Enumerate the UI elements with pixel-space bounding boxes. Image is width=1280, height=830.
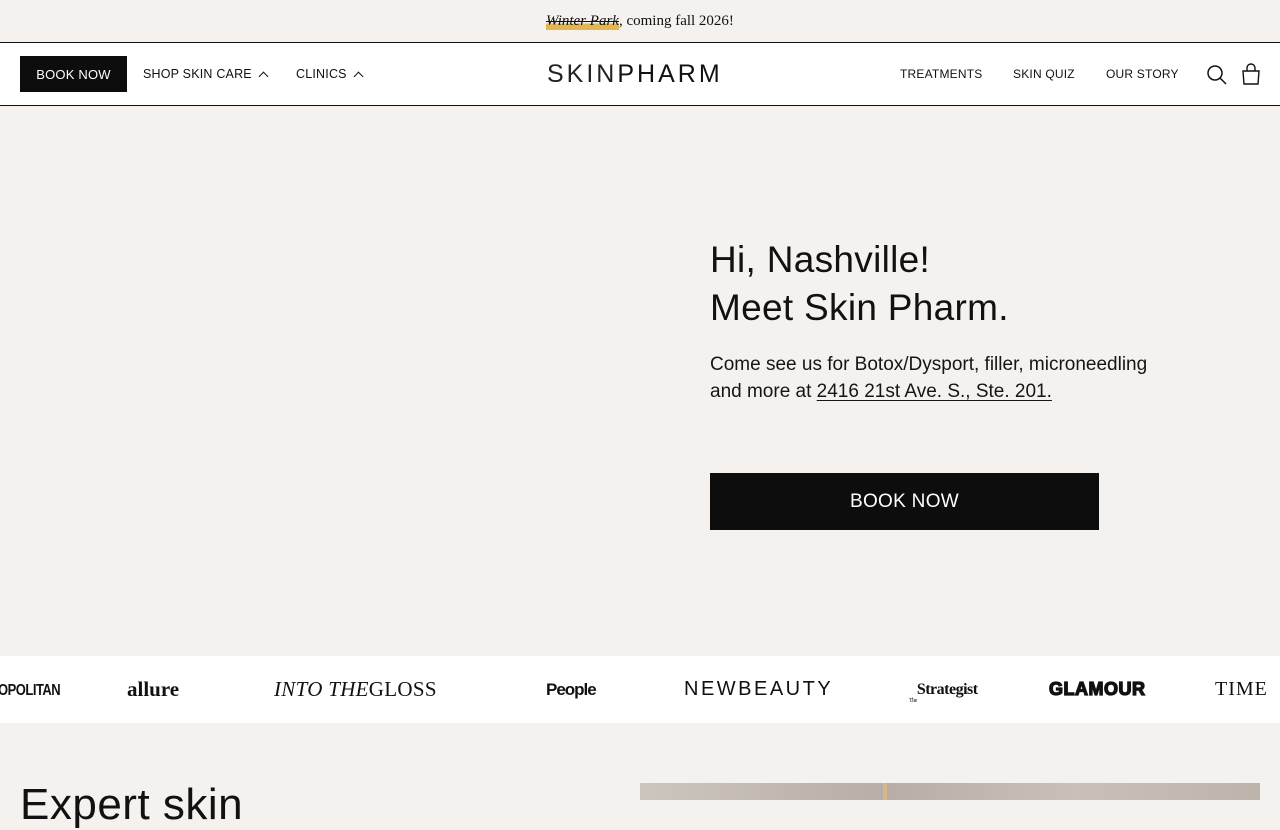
- press-logo-cosmopolitan: OPOLITAN: [0, 680, 61, 699]
- logo-part-skin: SKIN: [547, 60, 618, 88]
- announcement-highlight[interactable]: Winter Park: [546, 12, 619, 30]
- announcement-bar: Winter Park, coming fall 2026!: [0, 0, 1280, 43]
- book-now-button[interactable]: BOOK NOW: [20, 56, 127, 92]
- hero-title: Hi, Nashville! Meet Skin Pharm.: [710, 236, 1210, 332]
- nav-our-story[interactable]: OUR STORY: [1106, 43, 1179, 105]
- announcement-text: , coming fall 2026!: [618, 12, 734, 29]
- nav-clinics-label: CLINICS: [296, 67, 347, 81]
- press-itg-rest: GLOSS: [368, 677, 437, 701]
- nav-shop-skin-care[interactable]: SHOP SKIN CARE: [143, 43, 269, 105]
- nav-clinics[interactable]: CLINICS: [296, 43, 364, 105]
- chevron-up-icon: [353, 71, 364, 81]
- nav-skin-quiz[interactable]: SKIN QUIZ: [1013, 43, 1075, 105]
- hero-book-now-button[interactable]: BOOK NOW: [710, 473, 1099, 530]
- section-title: Expert skin: [20, 780, 244, 829]
- site-header: BOOK NOW SHOP SKIN CARE CLINICS SKINPHAR…: [0, 43, 1280, 106]
- nav-treatments[interactable]: TREATMENTS: [900, 43, 982, 105]
- nav-shop-label: SHOP SKIN CARE: [143, 67, 252, 81]
- hero-title-line1: Hi, Nashville!: [710, 239, 931, 280]
- hero-description: Come see us for Botox/Dysport, filler, m…: [710, 351, 1150, 405]
- press-logo-people: People: [546, 679, 597, 699]
- press-logo-newbeauty: NEWBEAUTY: [684, 678, 834, 700]
- press-logos-strip: OPOLITAN allure INTO THE GLOSS People NE…: [0, 656, 1280, 723]
- press-logo-time: TIME: [1215, 678, 1268, 700]
- press-logo-strategist: The Strategist: [909, 656, 978, 723]
- press-logo-into-the-gloss: INTO THE GLOSS: [274, 656, 437, 723]
- section-image: [640, 783, 1260, 800]
- press-logo-allure: allure: [127, 677, 180, 701]
- address-link[interactable]: 2416 21st Ave. S., Ste. 201.: [817, 381, 1052, 402]
- image-detail: [883, 783, 887, 800]
- press-strategist-word: Strategist: [916, 680, 978, 698]
- press-logo-glamour: GLAMOUR: [1048, 678, 1146, 699]
- press-itg-italic: INTO THE: [274, 677, 369, 701]
- search-icon[interactable]: [1206, 64, 1228, 86]
- hero-section: Hi, Nashville! Meet Skin Pharm. Come see…: [0, 106, 1280, 656]
- site-logo[interactable]: SKINPHARM: [547, 60, 733, 88]
- press-strategist-the: The: [909, 697, 917, 704]
- chevron-up-icon: [258, 71, 269, 81]
- bag-icon[interactable]: [1241, 63, 1261, 85]
- hero-title-line2: Meet Skin Pharm.: [710, 287, 1009, 328]
- logo-part-pharm: PHARM: [617, 60, 723, 88]
